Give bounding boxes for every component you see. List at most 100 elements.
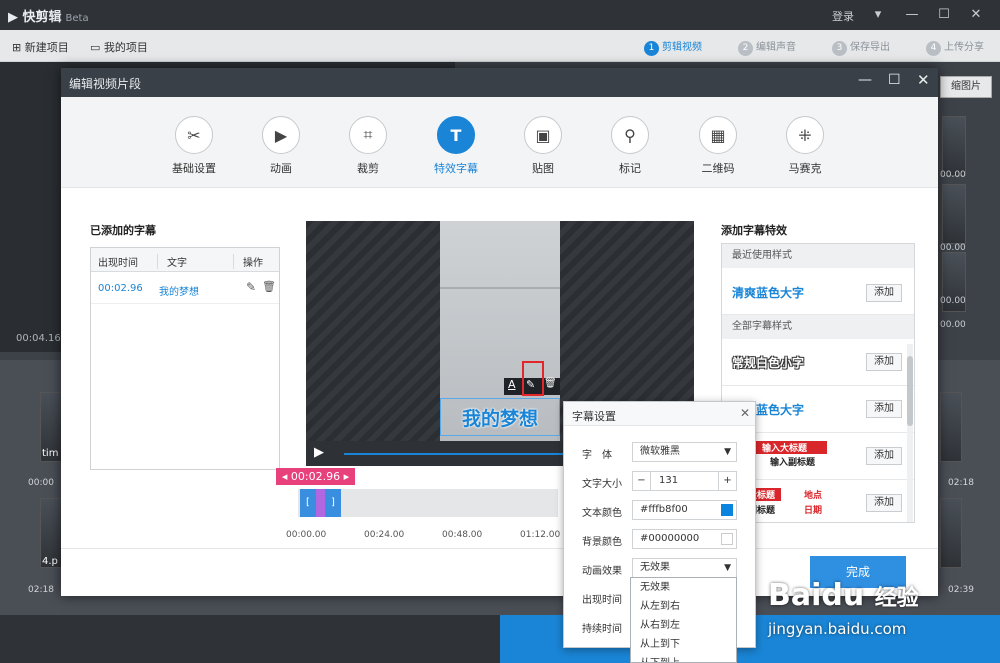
trim-end-handle[interactable]: ] bbox=[325, 489, 341, 517]
watermark-cn: 经验 bbox=[874, 586, 919, 611]
text-color-swatch[interactable] bbox=[721, 504, 733, 516]
font-select[interactable]: 微软雅黑 ▼ bbox=[632, 442, 737, 462]
login-link[interactable]: 登录 bbox=[832, 8, 854, 24]
animation-dropdown-list: 无效果 从左到右 从右到左 从上到下 从下到上 bbox=[630, 577, 737, 663]
tab-animation[interactable]: ▶ 动画 bbox=[246, 116, 316, 176]
plus-box-icon: ⊞ bbox=[12, 41, 25, 54]
bg-right-time: 00.00 bbox=[940, 296, 966, 306]
tab-effect-subtitle[interactable]: T 特效字幕 bbox=[421, 116, 491, 176]
font-style-icon[interactable]: A bbox=[508, 378, 516, 391]
bg-clip-thumb bbox=[940, 498, 962, 568]
scrollbar-thumb[interactable] bbox=[907, 356, 913, 426]
maximize-icon[interactable]: ☐ bbox=[934, 5, 954, 25]
dropdown-option[interactable]: 从下到上 bbox=[631, 654, 736, 662]
step-edit-video[interactable]: 1 剪辑视频 bbox=[644, 38, 702, 56]
font-value: 微软雅黑 bbox=[640, 446, 680, 457]
my-projects-button[interactable]: ▭ 我的项目 bbox=[90, 39, 148, 55]
style-preview: 常规白色小字 bbox=[732, 356, 805, 370]
step-upload-share[interactable]: 4 上传分享 bbox=[926, 38, 984, 56]
app-logo: ▶ 快剪辑 Beta bbox=[8, 6, 89, 25]
animation-value: 无效果 bbox=[640, 562, 670, 573]
tab-mosaic[interactable]: ⁜ 马赛克 bbox=[770, 116, 840, 176]
table-row[interactable]: 00:02.96 我的梦想 ✎ 🗑 bbox=[91, 272, 279, 304]
trash-icon[interactable]: 🗑 bbox=[262, 280, 276, 293]
style-row: 常规白色小字 添加 bbox=[722, 339, 914, 386]
right-arrow-icon: ▸ bbox=[340, 470, 350, 483]
step-number: 4 bbox=[926, 41, 941, 56]
main-toolbar: ⊞ 新建项目 ▭ 我的项目 1 剪辑视频 2 编辑声音 3 保存导出 4 上传分享 bbox=[0, 30, 1000, 62]
menu-dropdown-icon[interactable]: ▾ bbox=[868, 5, 888, 25]
qrcode-icon: ▦ bbox=[699, 116, 737, 154]
popup-close-icon[interactable]: ✕ bbox=[740, 406, 750, 420]
close-icon[interactable]: ✕ bbox=[966, 5, 986, 25]
tab-crop[interactable]: ⌗ 裁剪 bbox=[333, 116, 403, 176]
text-icon: T bbox=[437, 116, 475, 154]
dialog-title-bar: 编辑视频片段 — ☐ ✕ bbox=[61, 68, 938, 97]
size-value: 131 bbox=[659, 475, 679, 486]
style-preview-tag: 地点 bbox=[804, 491, 823, 501]
plus-icon[interactable]: + bbox=[718, 472, 736, 490]
beta-badge: Beta bbox=[65, 13, 89, 24]
col-text: 文字 bbox=[157, 254, 187, 269]
play-icon[interactable]: ▶ bbox=[314, 445, 324, 460]
text-color-value: #fffb8f00 bbox=[640, 504, 688, 515]
step-number: 2 bbox=[738, 41, 753, 56]
duration-label: 持续时间 bbox=[582, 624, 622, 635]
scissors-icon: ✂ bbox=[175, 116, 213, 154]
row-time: 00:02.96 bbox=[98, 283, 143, 294]
dialog-maximize-icon[interactable]: ☐ bbox=[888, 72, 901, 88]
caption-text: 我的梦想 bbox=[461, 408, 538, 430]
tab-label: 裁剪 bbox=[357, 162, 379, 175]
app-logo-icon: ▶ bbox=[8, 10, 23, 25]
dialog-close-icon[interactable]: ✕ bbox=[917, 71, 930, 89]
bg-right-time: 00.00 bbox=[940, 243, 966, 253]
step-label: 编辑声音 bbox=[756, 42, 796, 53]
baidu-watermark: Baidu 经验 bbox=[768, 578, 919, 613]
chevron-down-icon: ▼ bbox=[724, 447, 731, 457]
appear-time-label: 出现时间 bbox=[582, 595, 622, 606]
dialog-minimize-icon[interactable]: — bbox=[858, 72, 872, 88]
style-preview-tag: 日期 bbox=[804, 506, 823, 516]
image-icon: ▣ bbox=[524, 116, 562, 154]
caption-delete-icon[interactable]: 🗑 bbox=[544, 378, 557, 389]
animation-select[interactable]: 无效果 ▼ bbox=[632, 558, 737, 578]
timecode-marker[interactable]: ◂ 00:02.96 ▸ bbox=[276, 468, 355, 485]
dropdown-option[interactable]: 从右到左 bbox=[631, 616, 736, 635]
bg-clip-label: tim bbox=[42, 448, 59, 459]
new-project-button[interactable]: ⊞ 新建项目 bbox=[12, 39, 69, 55]
bg-color-swatch[interactable] bbox=[721, 533, 733, 545]
caption-box[interactable]: 我的梦想 bbox=[440, 398, 560, 436]
add-style-button[interactable]: 添加 bbox=[866, 494, 902, 512]
trim-start-handle[interactable]: [ bbox=[300, 489, 316, 517]
step-save-export[interactable]: 3 保存导出 bbox=[832, 38, 890, 56]
bg-thumbnail-button[interactable]: 缩图片 bbox=[940, 76, 992, 98]
chevron-down-icon: ▼ bbox=[724, 563, 731, 573]
crop-icon: ⌗ bbox=[349, 116, 387, 154]
style-list-scrollbar[interactable] bbox=[907, 344, 913, 522]
minimize-icon[interactable]: — bbox=[902, 5, 922, 25]
frame-divider bbox=[440, 287, 560, 289]
dropdown-option[interactable]: 无效果 bbox=[631, 578, 736, 597]
tab-basic-settings[interactable]: ✂ 基础设置 bbox=[159, 116, 229, 176]
bg-clip-time: 00:00 bbox=[28, 478, 54, 488]
dropdown-option[interactable]: 从上到下 bbox=[631, 635, 736, 654]
edit-pencil-icon[interactable]: ✎ bbox=[246, 280, 256, 294]
add-style-button[interactable]: 添加 bbox=[866, 447, 902, 465]
bg-color-input[interactable]: #00000000 bbox=[632, 529, 737, 549]
add-style-button[interactable]: 添加 bbox=[866, 400, 902, 418]
add-style-button[interactable]: 添加 bbox=[866, 284, 902, 302]
tab-sticker[interactable]: ▣ 贴图 bbox=[508, 116, 578, 176]
bg-clip-label: 4.p bbox=[42, 556, 58, 567]
minus-icon[interactable]: − bbox=[633, 472, 651, 490]
size-stepper[interactable]: − 131 + bbox=[632, 471, 737, 491]
step-edit-audio[interactable]: 2 编辑声音 bbox=[738, 38, 796, 56]
popup-header: 字幕设置 ✕ bbox=[564, 402, 755, 426]
progress-track[interactable] bbox=[344, 453, 564, 455]
tab-marker[interactable]: ⚲ 标记 bbox=[595, 116, 665, 176]
tab-qrcode[interactable]: ▦ 二维码 bbox=[683, 116, 753, 176]
folder-icon: ▭ bbox=[90, 41, 104, 54]
text-color-input[interactable]: #fffb8f00 bbox=[632, 500, 737, 520]
app-title-bar: ▶ 快剪辑 Beta 登录 ▾ — ☐ ✕ bbox=[0, 0, 1000, 30]
dropdown-option[interactable]: 从左到右 bbox=[631, 597, 736, 616]
add-style-button[interactable]: 添加 bbox=[866, 353, 902, 371]
